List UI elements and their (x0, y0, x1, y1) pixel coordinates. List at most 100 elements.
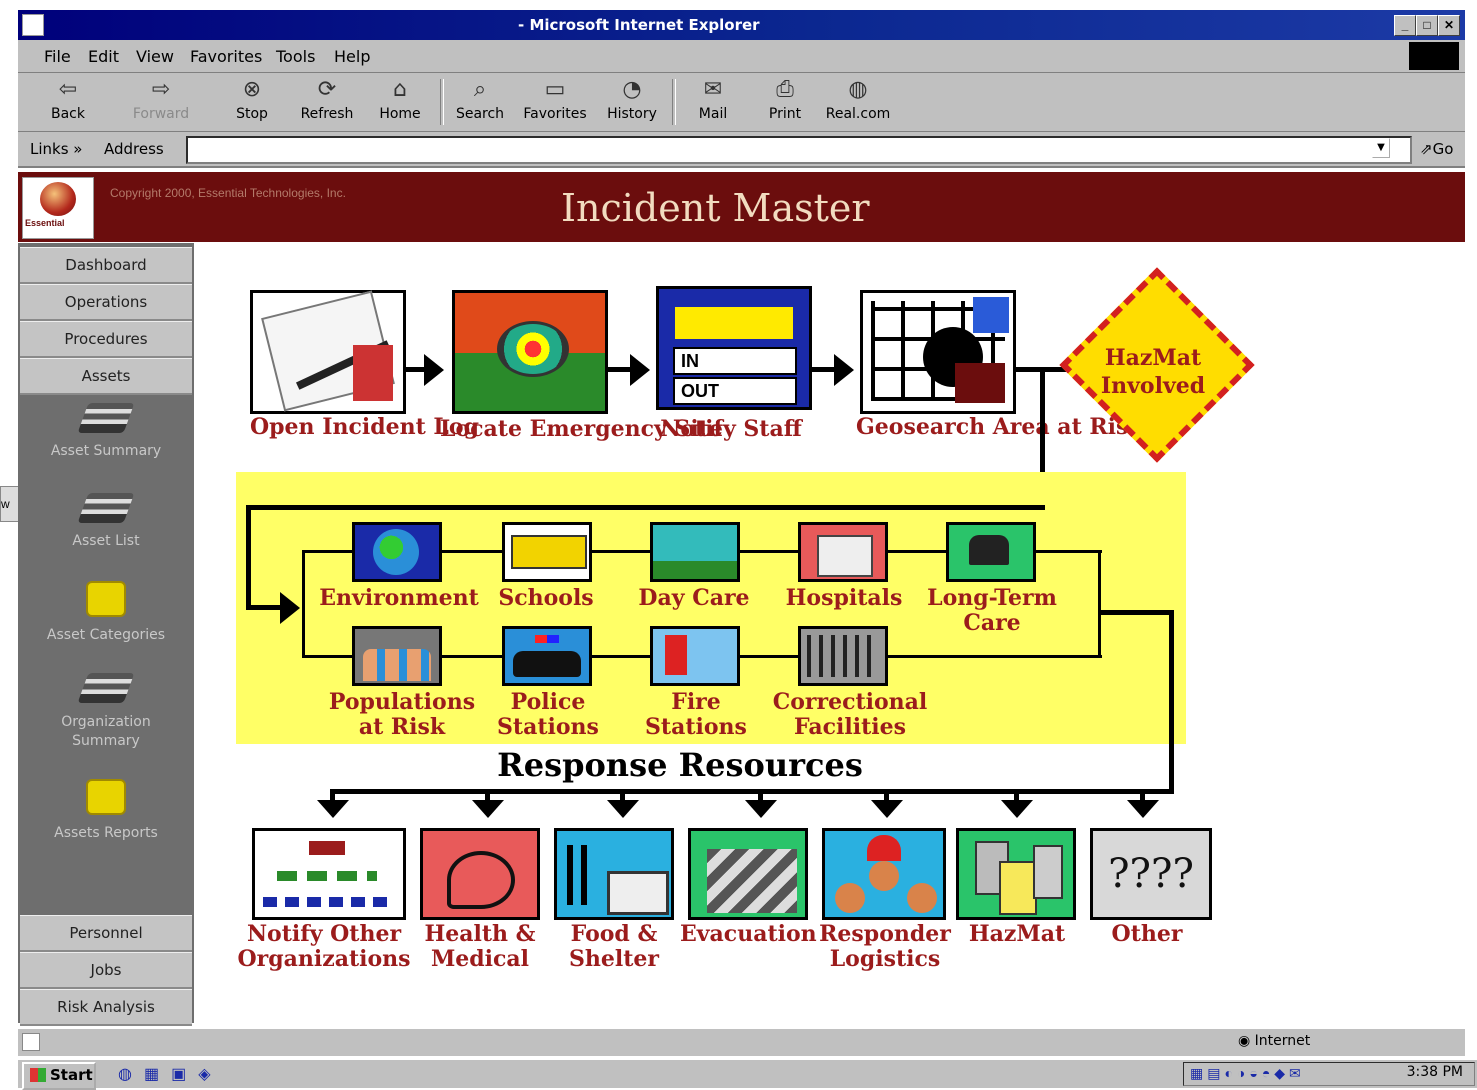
menu-help[interactable]: Help (334, 47, 370, 66)
history-button[interactable]: ◔ History (602, 76, 662, 122)
flow-arrow (280, 592, 300, 624)
search-button[interactable]: ⌕ Search (450, 76, 510, 122)
risk-populations-at-risk[interactable]: Populations at Risk (322, 690, 482, 740)
environment-globe-icon[interactable] (352, 522, 442, 582)
resource-responder-logistics[interactable]: Responder Logistics (818, 922, 952, 972)
minimize-button[interactable]: _ (1394, 15, 1416, 36)
risk-correctional-facilities[interactable]: Correctional Facilities (762, 690, 938, 740)
nav-operations[interactable]: Operations (20, 284, 192, 321)
menu-tools[interactable]: Tools (276, 47, 315, 66)
resource-health-medical[interactable]: Health & Medical (418, 922, 542, 972)
out-tray-icon: OUT (673, 377, 797, 405)
tray-icons[interactable]: ▦▤◐◑◒◓◆✉ (1190, 1065, 1305, 1082)
step-locate-emergency-site[interactable]: Locate Emergency Site (440, 417, 723, 442)
hospital-building-icon[interactable] (798, 522, 888, 582)
standard-toolbar: ⇦ Back ⇨ Forward ⊗ Stop ⟳ Refresh ⌂ Home ⌕ Sea… (18, 73, 1465, 132)
home-button[interactable]: ⌂ Home (372, 76, 428, 122)
nav-procedures[interactable]: Procedures (20, 321, 192, 358)
assets-reports-link[interactable]: Assets Reports (18, 779, 194, 841)
responder-logistics-icon[interactable] (822, 828, 946, 920)
long-term-care-icon[interactable] (946, 522, 1036, 582)
history-icon: ◔ (622, 77, 642, 102)
links-button[interactable]: Links » (30, 140, 82, 158)
nav-risk-analysis[interactable]: Risk Analysis (20, 989, 192, 1026)
populations-people-icon[interactable] (352, 626, 442, 686)
address-input[interactable] (186, 136, 1412, 164)
real-com-button[interactable]: ◍ Real.com (820, 76, 896, 122)
risk-police-stations[interactable]: Police Stations (488, 690, 608, 740)
back-button[interactable]: ⇦ Back (40, 76, 96, 122)
flow-arrow (1127, 800, 1159, 818)
toolbar-separator (440, 79, 444, 125)
incident-log-icon[interactable] (250, 290, 406, 414)
menu-edit[interactable]: Edit (88, 47, 119, 66)
food-shelter-icon[interactable] (554, 828, 674, 920)
nav-personnel[interactable]: Personnel (20, 915, 192, 952)
step-notify-staff[interactable]: Notify Staff (646, 417, 816, 442)
app-title: Incident Master (561, 186, 870, 230)
flow-arrow (871, 800, 903, 818)
resource-notify-other-organizations[interactable]: Notify Other Organizations (234, 922, 414, 972)
stethoscope-icon[interactable] (420, 828, 540, 920)
evacuation-stairs-icon[interactable] (688, 828, 808, 920)
company-logo[interactable]: Essential (22, 177, 94, 239)
nav-assets[interactable]: Assets (20, 358, 192, 395)
risk-fire-stations[interactable]: Fire Stations (636, 690, 756, 740)
close-button[interactable]: ✕ (1438, 15, 1460, 36)
organization-summary-link[interactable]: Organization Summary (18, 673, 194, 751)
toolbar-separator (672, 79, 676, 125)
fire-hydrant-icon[interactable] (650, 626, 740, 686)
geosearch-map-icon[interactable] (860, 290, 1016, 414)
app-banner: Essential Copyright 2000, Essential Tech… (18, 172, 1465, 242)
other-question-icon[interactable]: ???? (1090, 828, 1212, 920)
risk-schools[interactable]: Schools (496, 586, 596, 611)
menu-view[interactable]: View (136, 47, 174, 66)
print-button[interactable]: ⎙ Print (760, 76, 810, 122)
asset-categories-link[interactable]: Asset Categories (18, 581, 194, 643)
mail-button[interactable]: ✉ Mail (688, 76, 738, 122)
ie-icon[interactable] (22, 14, 44, 36)
school-bus-icon[interactable] (502, 522, 592, 582)
asset-summary-link[interactable]: Asset Summary (18, 403, 194, 459)
globe-icon (40, 182, 76, 216)
maximize-button[interactable]: □ (1416, 15, 1438, 36)
resource-other[interactable]: Other (1092, 922, 1202, 947)
address-dropdown-icon[interactable]: ▼ (1372, 138, 1390, 158)
refresh-icon: ⟳ (317, 77, 337, 102)
quick-launch-icons[interactable]: ◍▦▣◈ (118, 1064, 223, 1084)
step-open-incident-log[interactable]: Open Incident Log (250, 415, 479, 440)
yellow-folder-icon (86, 779, 126, 815)
nav-jobs[interactable]: Jobs (20, 952, 192, 989)
refresh-button[interactable]: ⟳ Refresh (292, 76, 362, 122)
menu-file[interactable]: File (44, 47, 71, 66)
stack-icon (77, 403, 135, 433)
stop-button[interactable]: ⊗ Stop (224, 76, 280, 122)
flow-arrow (607, 800, 639, 818)
risk-long-term-care[interactable]: Long-Term Care (924, 586, 1060, 636)
favorites-button[interactable]: ▭ Favorites (520, 76, 590, 122)
step-geosearch-area-at-risk[interactable]: Geosearch Area at Risk (856, 415, 1144, 440)
in-tray-icon: IN (673, 347, 797, 375)
real-icon: ◍ (848, 77, 868, 102)
hazmat-drums-icon[interactable] (956, 828, 1076, 920)
risk-environment[interactable]: Environment (316, 586, 482, 611)
go-button[interactable]: ⇗Go (1420, 140, 1453, 158)
hazmat-involved-label[interactable]: HazMat Involved (1090, 344, 1216, 400)
asset-list-link[interactable]: Asset List (18, 493, 194, 549)
risk-hospitals[interactable]: Hospitals (784, 586, 904, 611)
notify-staff-icon[interactable]: IN OUT (656, 286, 812, 410)
org-chart-icon[interactable] (252, 828, 406, 920)
resource-food-shelter[interactable]: Food & Shelter (560, 922, 668, 972)
menu-favorites[interactable]: Favorites (190, 47, 262, 66)
correctional-jail-icon[interactable] (798, 626, 888, 686)
risk-day-care[interactable]: Day Care (634, 586, 754, 611)
nav-dashboard[interactable]: Dashboard (20, 247, 192, 284)
magnifier-icon (497, 321, 569, 377)
forward-button[interactable]: ⇨ Forward (126, 76, 196, 122)
locate-site-icon[interactable] (452, 290, 608, 414)
resource-evacuation[interactable]: Evacuation (680, 922, 817, 947)
resource-hazmat[interactable]: HazMat (962, 922, 1072, 947)
address-bar: Links » Address ▼ ⇗Go (18, 132, 1465, 168)
day-care-swing-icon[interactable] (650, 522, 740, 582)
police-car-icon[interactable] (502, 626, 592, 686)
